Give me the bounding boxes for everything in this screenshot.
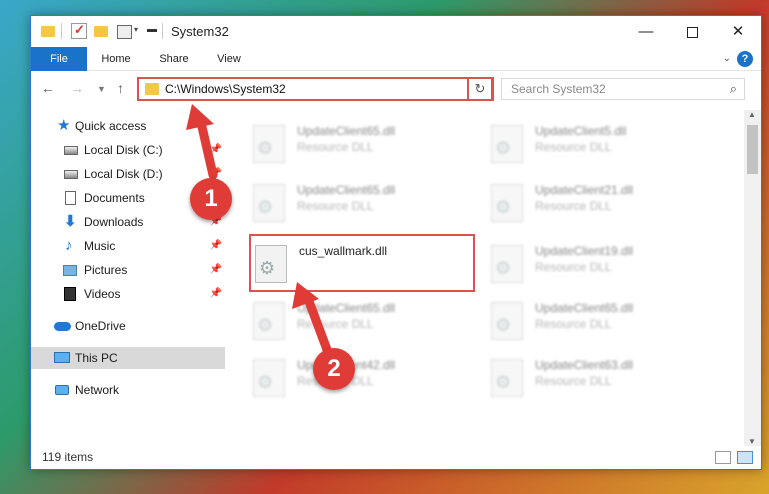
step-badge-1: 1 — [190, 178, 232, 220]
arrow-2 — [302, 291, 334, 360]
arrow-1-head — [186, 104, 214, 130]
annotation-arrows — [186, 104, 334, 360]
step-badge-2: 2 — [313, 348, 355, 390]
